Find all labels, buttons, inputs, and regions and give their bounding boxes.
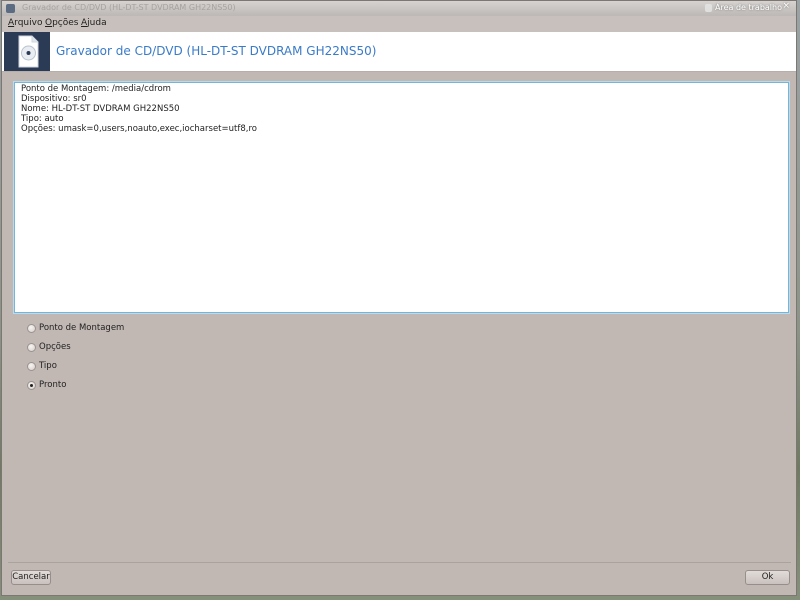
radio-dot: [30, 383, 33, 387]
info-line-device: Dispositivo: sr0: [21, 94, 87, 104]
footer-separator: [8, 562, 791, 563]
menu-bar: Arquivo Opções Ajuda: [2, 16, 796, 32]
radio-button-selected[interactable]: [27, 380, 36, 390]
close-icon[interactable]: ×: [782, 1, 790, 11]
radio-tipo[interactable]: Tipo: [27, 359, 57, 373]
radio-button[interactable]: [27, 361, 36, 371]
radio-pronto[interactable]: Pronto: [27, 378, 66, 392]
cancel-button[interactable]: Cancelar: [11, 570, 51, 585]
device-info-text[interactable]: Ponto de Montagem: /media/cdrom Disposit…: [14, 82, 789, 313]
app-window: Gravador de CD/DVD (HL-DT-ST DVDRAM GH22…: [1, 0, 797, 596]
cd-drive-icon: [4, 32, 50, 71]
info-line-options: Opções: umask=0,users,noauto,exec,iochar…: [21, 124, 257, 134]
radio-label: Tipo: [39, 361, 57, 371]
info-line-type: Tipo: auto: [21, 114, 64, 124]
app-icon: [6, 4, 15, 13]
radio-label: Pronto: [39, 380, 67, 390]
window-title: Gravador de CD/DVD (HL-DT-ST DVDRAM GH22…: [22, 3, 236, 12]
header-banner: Gravador de CD/DVD (HL-DT-ST DVDRAM GH22…: [2, 32, 796, 72]
radio-label: Opções: [39, 342, 71, 352]
workspace-icon: [705, 4, 712, 12]
page-title: Gravador de CD/DVD (HL-DT-ST DVDRAM GH22…: [56, 44, 377, 58]
info-line-name: Nome: HL-DT-ST DVDRAM GH22NS50: [21, 104, 180, 114]
info-line-mount: Ponto de Montagem: /media/cdrom: [21, 84, 171, 94]
ok-button[interactable]: Ok: [745, 570, 790, 585]
menu-ajuda[interactable]: Ajuda: [81, 18, 107, 28]
radio-button[interactable]: [27, 323, 36, 333]
radio-opcoes[interactable]: Opções: [27, 340, 71, 354]
radio-label: Ponto de Montagem: [39, 323, 125, 333]
window-titlebar[interactable]: Gravador de CD/DVD (HL-DT-ST DVDRAM GH22…: [2, 1, 796, 17]
menu-arquivo[interactable]: Arquivo: [8, 18, 42, 28]
radio-ponto-de-montagem[interactable]: Ponto de Montagem: [27, 321, 124, 335]
radio-button[interactable]: [27, 342, 36, 352]
menu-opcoes[interactable]: Opções: [45, 18, 79, 28]
workspace-label: Área de trabalho: [715, 3, 782, 12]
